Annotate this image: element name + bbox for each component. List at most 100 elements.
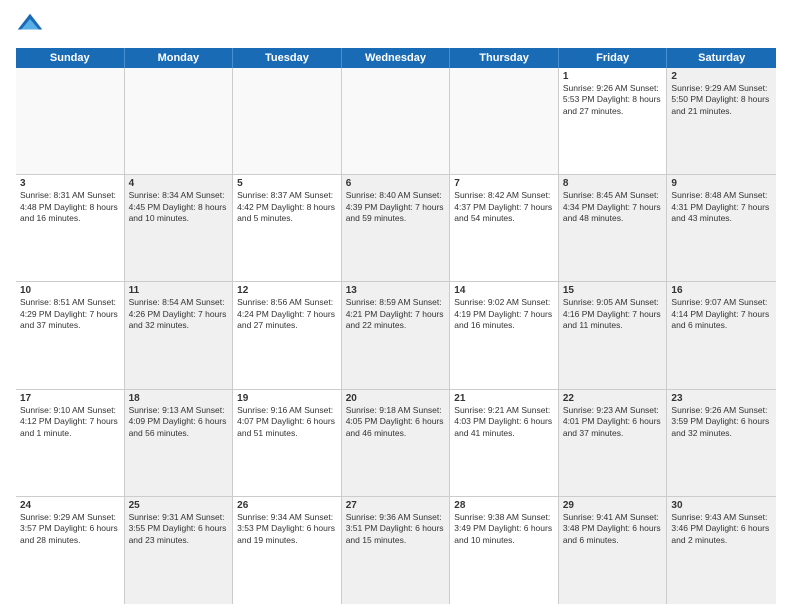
day-info: Sunrise: 9:23 AM Sunset: 4:01 PM Dayligh…	[563, 405, 663, 439]
day-info: Sunrise: 9:18 AM Sunset: 4:05 PM Dayligh…	[346, 405, 446, 439]
day-info: Sunrise: 9:36 AM Sunset: 3:51 PM Dayligh…	[346, 512, 446, 546]
day-info: Sunrise: 8:59 AM Sunset: 4:21 PM Dayligh…	[346, 297, 446, 331]
day-info: Sunrise: 9:31 AM Sunset: 3:55 PM Dayligh…	[129, 512, 229, 546]
calendar-body: 1Sunrise: 9:26 AM Sunset: 5:53 PM Daylig…	[16, 68, 776, 604]
day-info: Sunrise: 8:48 AM Sunset: 4:31 PM Dayligh…	[671, 190, 772, 224]
day-info: Sunrise: 9:02 AM Sunset: 4:19 PM Dayligh…	[454, 297, 554, 331]
day-info: Sunrise: 9:29 AM Sunset: 5:50 PM Dayligh…	[671, 83, 772, 117]
day-info: Sunrise: 9:21 AM Sunset: 4:03 PM Dayligh…	[454, 405, 554, 439]
day-number: 3	[20, 178, 120, 189]
day-number: 17	[20, 393, 120, 404]
day-number: 4	[129, 178, 229, 189]
day-info: Sunrise: 9:34 AM Sunset: 3:53 PM Dayligh…	[237, 512, 337, 546]
day-cell-28: 28Sunrise: 9:38 AM Sunset: 3:49 PM Dayli…	[450, 497, 559, 604]
day-cell-24: 24Sunrise: 9:29 AM Sunset: 3:57 PM Dayli…	[16, 497, 125, 604]
day-info: Sunrise: 9:41 AM Sunset: 3:48 PM Dayligh…	[563, 512, 663, 546]
day-cell-30: 30Sunrise: 9:43 AM Sunset: 3:46 PM Dayli…	[667, 497, 776, 604]
day-cell-11: 11Sunrise: 8:54 AM Sunset: 4:26 PM Dayli…	[125, 282, 234, 388]
day-cell-23: 23Sunrise: 9:26 AM Sunset: 3:59 PM Dayli…	[667, 390, 776, 496]
day-cell-8: 8Sunrise: 8:45 AM Sunset: 4:34 PM Daylig…	[559, 175, 668, 281]
day-cell-9: 9Sunrise: 8:48 AM Sunset: 4:31 PM Daylig…	[667, 175, 776, 281]
empty-cell-0-2	[233, 68, 342, 174]
calendar-row-0: 1Sunrise: 9:26 AM Sunset: 5:53 PM Daylig…	[16, 68, 776, 175]
day-number: 11	[129, 285, 229, 296]
day-cell-14: 14Sunrise: 9:02 AM Sunset: 4:19 PM Dayli…	[450, 282, 559, 388]
day-cell-19: 19Sunrise: 9:16 AM Sunset: 4:07 PM Dayli…	[233, 390, 342, 496]
day-number: 20	[346, 393, 446, 404]
day-info: Sunrise: 8:54 AM Sunset: 4:26 PM Dayligh…	[129, 297, 229, 331]
day-info: Sunrise: 9:10 AM Sunset: 4:12 PM Dayligh…	[20, 405, 120, 439]
weekday-header-sunday: Sunday	[16, 48, 125, 68]
day-cell-21: 21Sunrise: 9:21 AM Sunset: 4:03 PM Dayli…	[450, 390, 559, 496]
calendar-row-1: 3Sunrise: 8:31 AM Sunset: 4:48 PM Daylig…	[16, 175, 776, 282]
page: SundayMondayTuesdayWednesdayThursdayFrid…	[0, 0, 792, 612]
day-cell-20: 20Sunrise: 9:18 AM Sunset: 4:05 PM Dayli…	[342, 390, 451, 496]
calendar-row-3: 17Sunrise: 9:10 AM Sunset: 4:12 PM Dayli…	[16, 390, 776, 497]
day-number: 8	[563, 178, 663, 189]
day-info: Sunrise: 8:31 AM Sunset: 4:48 PM Dayligh…	[20, 190, 120, 224]
weekday-header-friday: Friday	[559, 48, 668, 68]
empty-cell-0-3	[342, 68, 451, 174]
day-number: 28	[454, 500, 554, 511]
day-info: Sunrise: 9:26 AM Sunset: 5:53 PM Dayligh…	[563, 83, 663, 117]
day-cell-25: 25Sunrise: 9:31 AM Sunset: 3:55 PM Dayli…	[125, 497, 234, 604]
day-number: 12	[237, 285, 337, 296]
weekday-header-thursday: Thursday	[450, 48, 559, 68]
logo	[16, 12, 48, 40]
day-info: Sunrise: 8:34 AM Sunset: 4:45 PM Dayligh…	[129, 190, 229, 224]
day-number: 16	[671, 285, 772, 296]
day-number: 18	[129, 393, 229, 404]
day-info: Sunrise: 9:16 AM Sunset: 4:07 PM Dayligh…	[237, 405, 337, 439]
day-number: 30	[671, 500, 772, 511]
day-cell-12: 12Sunrise: 8:56 AM Sunset: 4:24 PM Dayli…	[233, 282, 342, 388]
empty-cell-0-1	[125, 68, 234, 174]
day-cell-18: 18Sunrise: 9:13 AM Sunset: 4:09 PM Dayli…	[125, 390, 234, 496]
day-info: Sunrise: 8:42 AM Sunset: 4:37 PM Dayligh…	[454, 190, 554, 224]
day-cell-5: 5Sunrise: 8:37 AM Sunset: 4:42 PM Daylig…	[233, 175, 342, 281]
day-number: 14	[454, 285, 554, 296]
day-info: Sunrise: 9:07 AM Sunset: 4:14 PM Dayligh…	[671, 297, 772, 331]
day-info: Sunrise: 8:45 AM Sunset: 4:34 PM Dayligh…	[563, 190, 663, 224]
calendar-header: SundayMondayTuesdayWednesdayThursdayFrid…	[16, 48, 776, 68]
day-number: 7	[454, 178, 554, 189]
logo-icon	[16, 12, 44, 40]
day-cell-1: 1Sunrise: 9:26 AM Sunset: 5:53 PM Daylig…	[559, 68, 668, 174]
day-cell-13: 13Sunrise: 8:59 AM Sunset: 4:21 PM Dayli…	[342, 282, 451, 388]
day-cell-16: 16Sunrise: 9:07 AM Sunset: 4:14 PM Dayli…	[667, 282, 776, 388]
day-info: Sunrise: 9:29 AM Sunset: 3:57 PM Dayligh…	[20, 512, 120, 546]
day-number: 6	[346, 178, 446, 189]
day-number: 24	[20, 500, 120, 511]
calendar-row-2: 10Sunrise: 8:51 AM Sunset: 4:29 PM Dayli…	[16, 282, 776, 389]
day-info: Sunrise: 8:40 AM Sunset: 4:39 PM Dayligh…	[346, 190, 446, 224]
day-cell-2: 2Sunrise: 9:29 AM Sunset: 5:50 PM Daylig…	[667, 68, 776, 174]
day-info: Sunrise: 8:51 AM Sunset: 4:29 PM Dayligh…	[20, 297, 120, 331]
day-cell-27: 27Sunrise: 9:36 AM Sunset: 3:51 PM Dayli…	[342, 497, 451, 604]
day-cell-15: 15Sunrise: 9:05 AM Sunset: 4:16 PM Dayli…	[559, 282, 668, 388]
empty-cell-0-4	[450, 68, 559, 174]
weekday-header-saturday: Saturday	[667, 48, 776, 68]
day-number: 27	[346, 500, 446, 511]
day-number: 22	[563, 393, 663, 404]
day-cell-4: 4Sunrise: 8:34 AM Sunset: 4:45 PM Daylig…	[125, 175, 234, 281]
calendar: SundayMondayTuesdayWednesdayThursdayFrid…	[16, 48, 776, 604]
day-number: 9	[671, 178, 772, 189]
day-cell-10: 10Sunrise: 8:51 AM Sunset: 4:29 PM Dayli…	[16, 282, 125, 388]
day-cell-3: 3Sunrise: 8:31 AM Sunset: 4:48 PM Daylig…	[16, 175, 125, 281]
day-number: 13	[346, 285, 446, 296]
day-info: Sunrise: 9:26 AM Sunset: 3:59 PM Dayligh…	[671, 405, 772, 439]
day-cell-22: 22Sunrise: 9:23 AM Sunset: 4:01 PM Dayli…	[559, 390, 668, 496]
header	[16, 12, 776, 40]
day-number: 23	[671, 393, 772, 404]
day-info: Sunrise: 9:43 AM Sunset: 3:46 PM Dayligh…	[671, 512, 772, 546]
day-cell-7: 7Sunrise: 8:42 AM Sunset: 4:37 PM Daylig…	[450, 175, 559, 281]
day-number: 2	[671, 71, 772, 82]
day-number: 5	[237, 178, 337, 189]
day-number: 21	[454, 393, 554, 404]
weekday-header-tuesday: Tuesday	[233, 48, 342, 68]
day-number: 29	[563, 500, 663, 511]
day-info: Sunrise: 9:13 AM Sunset: 4:09 PM Dayligh…	[129, 405, 229, 439]
day-cell-29: 29Sunrise: 9:41 AM Sunset: 3:48 PM Dayli…	[559, 497, 668, 604]
day-number: 10	[20, 285, 120, 296]
day-info: Sunrise: 9:05 AM Sunset: 4:16 PM Dayligh…	[563, 297, 663, 331]
day-number: 19	[237, 393, 337, 404]
